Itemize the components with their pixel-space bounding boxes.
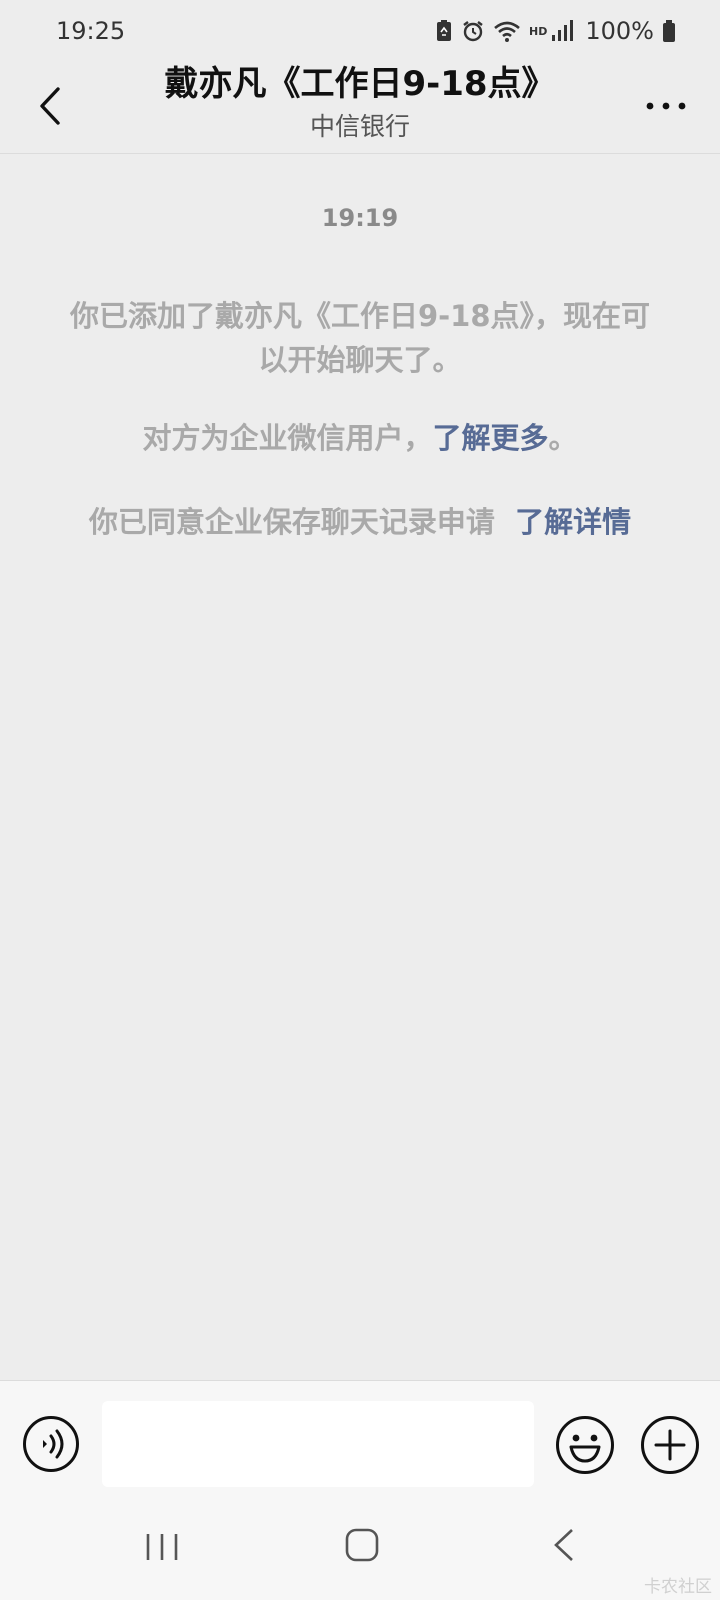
chat-header: 戴亦凡《工作日9-18点》 中信银行 bbox=[0, 62, 720, 154]
title-block: 戴亦凡《工作日9-18点》 中信银行 bbox=[110, 62, 610, 144]
wifi-icon bbox=[493, 19, 521, 43]
recent-apps-icon bbox=[146, 1534, 178, 1560]
recycle-battery-icon bbox=[435, 19, 453, 43]
input-bar bbox=[0, 1380, 720, 1490]
nav-back-button[interactable] bbox=[552, 1528, 576, 1562]
chevron-left-icon bbox=[40, 87, 60, 125]
chat-title: 戴亦凡《工作日9-18点》 bbox=[164, 64, 556, 104]
system-nav-bar: 卡农社区 bbox=[0, 1490, 720, 1600]
learn-details-link[interactable]: 了解详情 bbox=[515, 505, 631, 539]
voice-button[interactable] bbox=[22, 1415, 80, 1473]
consent-notice: 你已同意企业保存聊天记录申请 了解详情 bbox=[60, 500, 660, 544]
enterprise-text: 对方为企业微信用户， bbox=[142, 421, 433, 455]
chat-subtitle: 中信银行 bbox=[309, 112, 410, 141]
plus-button[interactable] bbox=[640, 1415, 700, 1475]
status-time: 19:25 bbox=[56, 17, 126, 45]
status-bar: 19:25 HD 100% bbox=[0, 0, 720, 62]
battery-icon bbox=[662, 19, 676, 43]
back-button[interactable] bbox=[28, 78, 72, 134]
voice-icon bbox=[23, 1416, 79, 1472]
watermark: 卡农社区 bbox=[644, 1577, 712, 1597]
enterprise-notice: 对方为企业微信用户，了解更多。 bbox=[60, 416, 660, 460]
consent-text: 你已同意企业保存聊天记录申请 bbox=[88, 505, 495, 539]
added-notice: 你已添加了戴亦凡《工作日9-18点》，现在可以开始聊天了。 bbox=[69, 299, 651, 377]
emoji-icon bbox=[556, 1416, 614, 1474]
status-icons: HD 100% bbox=[435, 17, 676, 45]
home-icon bbox=[345, 1528, 379, 1562]
home-button[interactable] bbox=[345, 1528, 379, 1562]
recent-apps-button[interactable] bbox=[144, 1532, 180, 1562]
message-input[interactable] bbox=[102, 1401, 534, 1487]
nav-back-icon bbox=[554, 1529, 573, 1561]
hd-label: HD bbox=[529, 24, 548, 38]
enterprise-end: 。 bbox=[548, 421, 578, 455]
learn-more-link[interactable]: 了解更多 bbox=[432, 421, 548, 455]
more-button[interactable] bbox=[636, 78, 696, 134]
plus-icon bbox=[641, 1416, 699, 1474]
message-timestamp: 19:19 bbox=[321, 204, 399, 232]
battery-percent: 100% bbox=[585, 17, 654, 45]
more-dots-icon bbox=[646, 102, 686, 110]
emoji-button[interactable] bbox=[555, 1415, 615, 1475]
alarm-icon bbox=[461, 19, 485, 43]
chat-screen: 19:25 HD 100% 戴亦凡《工作日9-18点》 中信银行 19:19 你… bbox=[0, 0, 720, 1600]
message-list: 19:19 你已添加了戴亦凡《工作日9-18点》，现在可以开始聊天了。 对方为企… bbox=[0, 154, 720, 1380]
signal-icon bbox=[551, 19, 574, 43]
